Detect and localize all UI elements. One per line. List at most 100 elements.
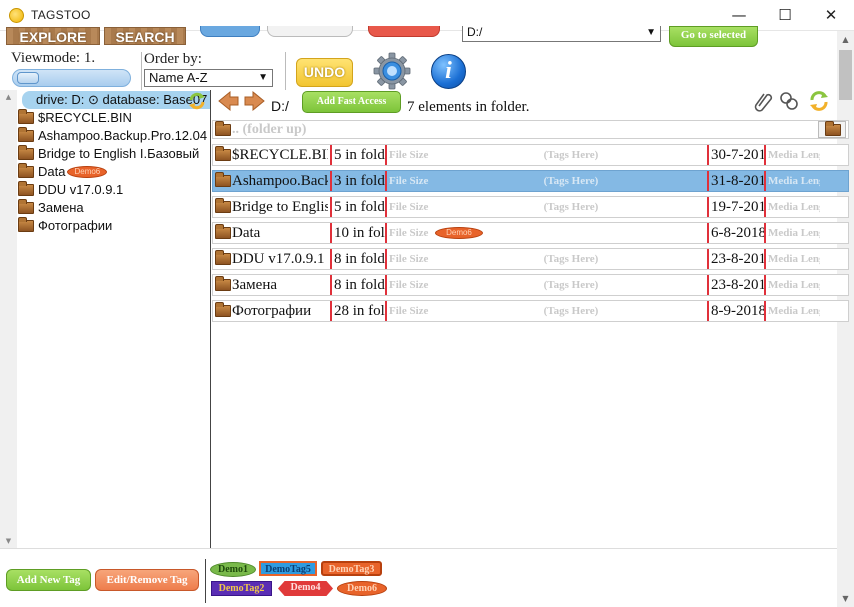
file-row[interactable]: Bridge to English I.Базовый 5 in folder … xyxy=(212,196,849,218)
order-by-select[interactable]: Name A-Z ▼ xyxy=(144,69,273,87)
file-name: Data xyxy=(232,225,261,241)
settings-gear-icon[interactable] xyxy=(373,52,411,90)
toolbar-divider xyxy=(285,52,286,90)
go-to-selected-button[interactable]: Go to selected xyxy=(669,26,758,47)
file-row[interactable]: DDU v17.0.9.1 8 in folder File Size (Tag… xyxy=(212,248,849,270)
file-size: File Size xyxy=(385,171,435,191)
folder-icon xyxy=(18,127,34,142)
tree-item[interactable]: Bridge to English I.Базовый xyxy=(18,145,199,163)
explore-tab[interactable]: EXPLORE xyxy=(6,27,100,45)
file-count: 8 in folder xyxy=(330,249,385,269)
edit-remove-tag-button[interactable]: Edit/Remove Tag xyxy=(95,569,199,591)
drive-select[interactable]: D:/ ▼ xyxy=(462,26,661,42)
tree-item[interactable]: Фотографии xyxy=(18,217,112,235)
scroll-up-icon[interactable]: ▲ xyxy=(0,90,17,104)
file-row-selected[interactable]: Ashampoo.Backup.Pro.12.04 3 in folder Fi… xyxy=(212,170,849,192)
scroll-down-icon[interactable]: ▼ xyxy=(0,534,17,548)
folder-icon xyxy=(18,163,34,178)
demo-tag[interactable]: Demo6 xyxy=(337,581,387,596)
file-name: Замена xyxy=(232,277,278,293)
toolbar-button-grey[interactable] xyxy=(267,26,353,37)
refresh-list-icon[interactable] xyxy=(808,90,830,112)
file-row[interactable]: Замена 8 in folder File Size (Tags Here)… xyxy=(212,274,849,296)
file-count: 10 in folder xyxy=(330,223,385,243)
file-tags[interactable]: (Tags Here) xyxy=(435,301,707,321)
link-chain-icon[interactable] xyxy=(778,90,800,112)
file-tags[interactable]: (Tags Here) xyxy=(435,145,707,165)
demo-tag[interactable]: DemoTag3 xyxy=(321,561,382,576)
maximize-button[interactable]: ☐ xyxy=(762,0,808,31)
tree-root-header[interactable]: drive: D: ⊙ database: Base07 xyxy=(22,91,210,109)
tree-item[interactable]: Ashampoo.Backup.Pro.12.04 xyxy=(18,127,207,145)
file-row[interactable]: $RECYCLE.BIN 5 in folder File Size (Tags… xyxy=(212,144,849,166)
file-tags[interactable]: (Tags Here) xyxy=(435,249,707,269)
forward-arrow-icon[interactable] xyxy=(243,90,266,112)
file-size: File Size xyxy=(385,275,435,295)
back-arrow-icon[interactable] xyxy=(217,90,240,112)
demo-tag[interactable]: DemoTag2 xyxy=(211,581,272,596)
dropdown-arrow-icon: ▼ xyxy=(258,72,268,83)
tree-item-label: $RECYCLE.BIN xyxy=(38,110,132,125)
media-length: Media Length xyxy=(764,145,820,165)
file-name: $RECYCLE.BIN xyxy=(232,147,328,163)
file-name: Ashampoo.Backup.Pro.12.04 xyxy=(232,173,328,189)
paperclip-icon[interactable] xyxy=(752,90,774,112)
file-name: Фотографии xyxy=(232,303,312,319)
close-button[interactable]: ✕ xyxy=(808,0,854,31)
file-tags[interactable]: (Tags Here) xyxy=(435,275,707,295)
folder-icon xyxy=(18,109,34,124)
search-tab[interactable]: SEARCH xyxy=(104,27,186,45)
folder-icon xyxy=(18,145,34,160)
tree-item-label: Замена xyxy=(38,200,84,215)
folder-up-icon xyxy=(215,121,231,136)
file-tag-chip[interactable]: Demo6 xyxy=(435,227,483,239)
demo-tag[interactable]: Demo1 xyxy=(210,562,256,577)
scrollbar-thumb[interactable] xyxy=(839,50,852,100)
tree-item[interactable]: Замена xyxy=(18,199,84,217)
folder-icon xyxy=(215,224,231,239)
file-size: File Size xyxy=(385,145,435,165)
file-count: 5 in folder xyxy=(330,145,385,165)
media-length: Media Length xyxy=(764,197,820,217)
file-date: 6-8-2018 xyxy=(707,223,764,243)
file-tags[interactable]: (Tags Here) xyxy=(435,197,707,217)
file-row[interactable]: Фотографии 28 in folder File Size (Tags … xyxy=(212,300,849,322)
tree-item[interactable]: $RECYCLE.BIN xyxy=(18,109,132,127)
tree-item-tag[interactable]: Demo6 xyxy=(67,166,108,178)
file-name: DDU v17.0.9.1 xyxy=(232,251,325,267)
folder-icon xyxy=(18,181,34,196)
folder-icon xyxy=(215,146,231,161)
refresh-icon[interactable] xyxy=(187,91,207,111)
file-row[interactable]: Data 10 in folder File Size Demo6 6-8-20… xyxy=(212,222,849,244)
file-tags[interactable]: (Tags Here) xyxy=(435,171,707,191)
toolbar-button-blue[interactable] xyxy=(200,26,260,37)
folder-icon xyxy=(215,172,231,187)
info-icon[interactable]: i xyxy=(431,54,466,89)
folder-up-button[interactable] xyxy=(818,121,846,138)
tree-scrollbar[interactable]: ▲ ▼ xyxy=(0,90,17,548)
add-new-tag-button[interactable]: Add New Tag xyxy=(6,569,91,591)
add-fast-access-button[interactable]: Add Fast Access xyxy=(302,91,401,113)
viewmode-slider[interactable] xyxy=(12,69,131,87)
tree-item-label: Фотографии xyxy=(38,218,113,233)
file-size: File Size xyxy=(385,223,435,243)
tree-item-label: DDU v17.0.9.1 xyxy=(38,182,124,197)
folder-icon xyxy=(215,302,231,317)
scroll-up-icon[interactable]: ▲ xyxy=(837,31,854,48)
scroll-down-icon[interactable]: ▼ xyxy=(837,590,854,607)
demo-tag[interactable]: Demo4 xyxy=(278,581,333,596)
demo-tag[interactable]: DemoTag5 xyxy=(259,561,317,576)
tree-item[interactable]: Data Demo6 xyxy=(18,163,108,181)
tree-item[interactable]: DDU v17.0.9.1 xyxy=(18,181,123,199)
folder-up-label: .. (folder up) xyxy=(232,122,307,137)
order-by-label: Order by: xyxy=(144,51,202,67)
file-date: 23-8-2018 xyxy=(707,275,764,295)
file-date: 8-9-2018 xyxy=(707,301,764,321)
undo-button[interactable]: UNDO xyxy=(296,58,353,87)
folder-up-row[interactable]: .. (folder up) xyxy=(212,120,849,139)
file-size: File Size xyxy=(385,249,435,269)
toolbar-button-red[interactable] xyxy=(368,26,440,37)
viewmode-slider-handle[interactable] xyxy=(17,72,39,84)
tree-item-label: Data xyxy=(38,164,66,179)
toolbar-divider xyxy=(141,52,142,90)
